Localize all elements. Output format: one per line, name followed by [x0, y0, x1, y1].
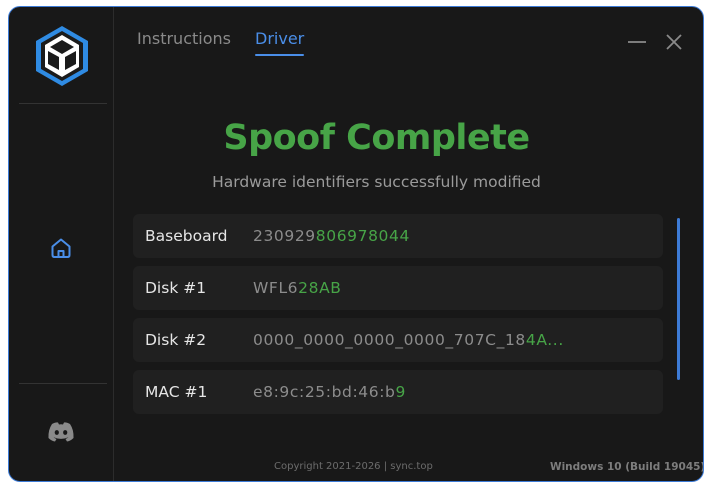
identifier-value-unchanged: WFL6	[253, 279, 299, 297]
sidebar	[9, 7, 114, 481]
close-icon[interactable]	[663, 31, 685, 53]
identifier-label: Disk #2	[145, 331, 207, 349]
identifier-value-changed: 28AB	[298, 279, 342, 297]
status-subtitle: Hardware identifiers successfully modifi…	[212, 173, 541, 191]
identifier-row-disk-2: Disk #2 0000_0000_0000_0000_707C_184A...	[133, 318, 663, 362]
identifier-value-changed: 9	[395, 383, 406, 401]
status-title: Spoof Complete	[223, 118, 530, 158]
app-window: Instructions Driver Spoof Complete Hardw…	[8, 6, 704, 482]
identifier-label: Baseboard	[145, 227, 228, 245]
tab-driver[interactable]: Driver	[255, 29, 305, 56]
system-info-text: Windows 10 (Build 19045)	[550, 461, 704, 473]
identifier-row-baseboard: Baseboard 230929806978044	[133, 214, 663, 258]
identifier-row-disk-1: Disk #1 WFL628AB	[133, 266, 663, 310]
identifier-label: MAC #1	[145, 383, 208, 401]
identifier-value: e8:9c:25:bd:46:b9	[253, 383, 406, 401]
identifier-row-mac-1: MAC #1 e8:9c:25:bd:46:b9	[133, 370, 663, 414]
identifier-value: 0000_0000_0000_0000_707C_184A...	[253, 331, 564, 349]
copyright-text: Copyright 2021-2026 | sync.top	[274, 461, 433, 472]
identifier-value-changed: 4A...	[525, 331, 564, 349]
sidebar-divider-top	[19, 103, 107, 104]
identifier-value: WFL628AB	[253, 279, 342, 297]
hexagon-y-logo	[36, 26, 88, 86]
identifier-value-changed: 806978044	[315, 227, 410, 245]
sidebar-divider-bottom	[19, 383, 107, 384]
tab-instructions[interactable]: Instructions	[137, 29, 231, 48]
scrollbar[interactable]	[677, 218, 680, 380]
discord-icon[interactable]	[47, 421, 75, 443]
identifier-value: 230929806978044	[253, 227, 410, 245]
identifier-label: Disk #1	[145, 279, 207, 297]
identifier-value-unchanged: 230929	[253, 227, 316, 245]
identifier-value-unchanged: 0000_0000_0000_0000_707C_18	[253, 331, 526, 349]
home-icon[interactable]	[49, 236, 73, 260]
identifier-value-unchanged: e8:9c:25:bd:46:b	[253, 383, 396, 401]
minimize-icon[interactable]	[626, 31, 648, 53]
